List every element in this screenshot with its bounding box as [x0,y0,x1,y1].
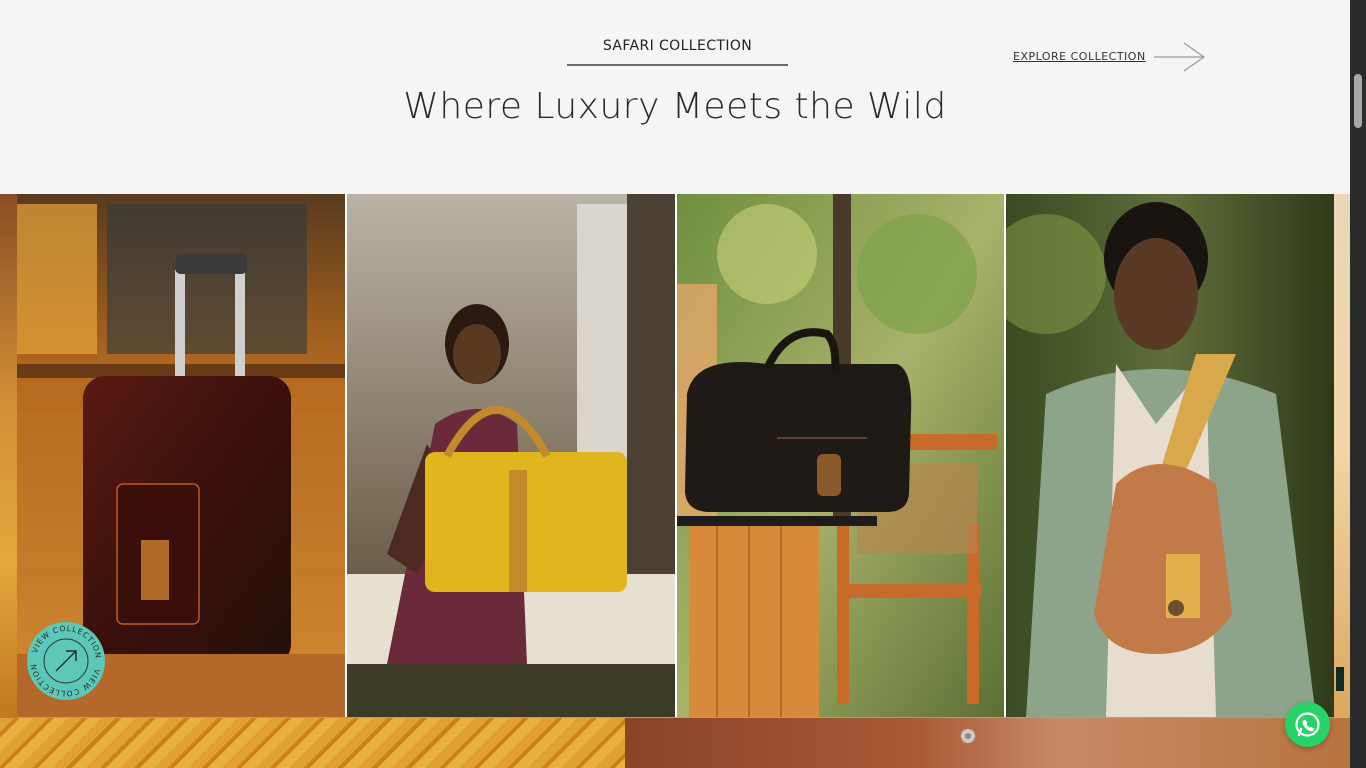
collection-header: SAFARI COLLECTION Where Luxury Meets the… [0,0,1350,194]
whatsapp-icon [1295,712,1320,737]
preview-tile-pattern [0,718,625,768]
gallery-tile-sling-bag[interactable] [1006,194,1334,717]
whatsapp-button[interactable] [1285,702,1330,747]
preview-tile-leather [625,718,1350,768]
section-kicker: SAFARI COLLECTION [567,38,788,66]
product-gallery [0,194,1350,718]
side-feedback-tab[interactable] [1336,667,1344,691]
section-headline: Where Luxury Meets the Wild [403,86,947,127]
gallery-tile-duffel[interactable] [677,194,1006,717]
explore-collection-link[interactable]: EXPLORE COLLECTION [1013,50,1146,63]
scrollbar-thumb[interactable] [1354,74,1362,128]
arrow-right-icon[interactable] [1152,42,1208,72]
next-row-preview [0,718,1350,768]
view-collection-badge[interactable]: VIEW COLLECTION VIEW COLLECTION [26,621,106,701]
gallery-peek-left [0,194,17,718]
gallery-peek-right [1334,194,1350,718]
gallery-tile-yellow-tote[interactable] [347,194,677,717]
